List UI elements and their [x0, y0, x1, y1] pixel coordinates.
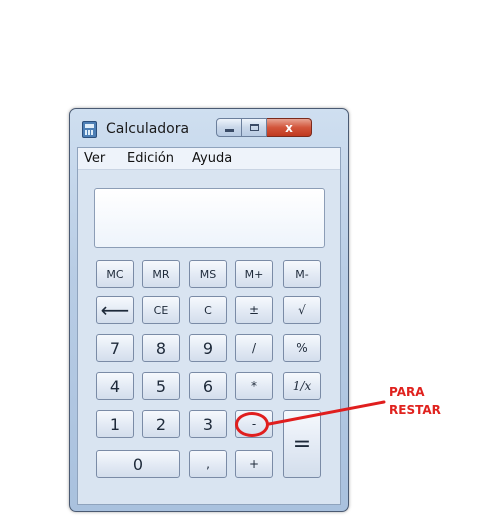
annotation-line-2: RESTAR: [389, 403, 441, 417]
annotation-arrow-line: [267, 400, 386, 426]
annotation-label: PARA RESTAR: [389, 383, 441, 419]
annotation-line-1: PARA: [389, 385, 425, 399]
